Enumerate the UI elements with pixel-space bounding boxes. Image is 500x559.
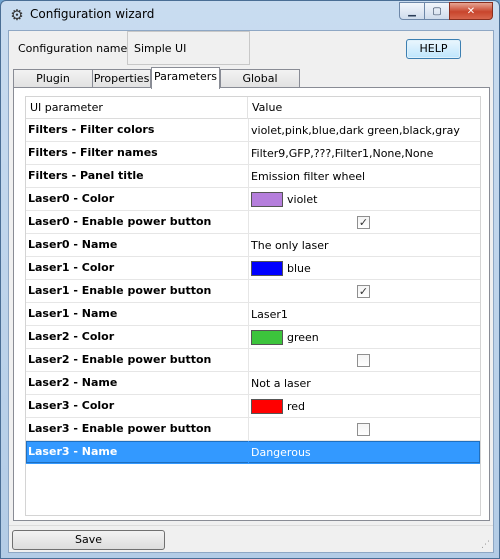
enable-power-checkbox[interactable]: [357, 354, 370, 367]
parameter-name-cell: Filters - Filter names: [26, 142, 249, 165]
table-header: UI parameter Value: [26, 97, 480, 119]
color-name: green: [287, 330, 319, 344]
table-row[interactable]: Laser3 - Enable power button: [26, 418, 480, 441]
parameter-name-cell: Laser0 - Name: [26, 234, 249, 257]
dialog-client-area: Configuration name: Simple UI HELP Plugi…: [8, 30, 494, 553]
table-row[interactable]: Laser3 - Name Dangerous: [26, 441, 480, 464]
value-text: Laser1: [251, 307, 288, 321]
table-row[interactable]: Laser0 - Enable power button ✓: [26, 211, 480, 234]
parameter-value-cell[interactable]: violet: [249, 188, 475, 211]
tab-global-settings[interactable]: Global Settings: [220, 69, 300, 102]
configuration-name-field[interactable]: Simple UI: [127, 31, 250, 65]
table-row[interactable]: Filters - Filter names Filter9,GFP,???,Fi…: [26, 142, 480, 165]
minimize-button[interactable]: ▁: [399, 2, 425, 20]
table-row[interactable]: Filters - Filter colors violet,pink,blue,…: [26, 119, 480, 142]
parameter-name-cell: Laser2 - Enable power button: [26, 349, 249, 372]
parameter-name-cell: Laser0 - Color: [26, 188, 249, 211]
title-bar[interactable]: ⚙ Configuration wizard ▁ ▢ ✕: [1, 1, 499, 29]
parameter-name-cell: Laser2 - Name: [26, 372, 249, 395]
parameters-table: UI parameter Value Filters - Filter colo…: [25, 96, 481, 516]
color-swatch[interactable]: [251, 192, 283, 207]
maximize-button[interactable]: ▢: [424, 2, 450, 20]
configuration-wizard-window: ⚙ Configuration wizard ▁ ▢ ✕ Configurati…: [0, 0, 500, 559]
parameter-value-cell[interactable]: blue: [249, 257, 475, 280]
configuration-name-label: Configuration name:: [18, 42, 131, 55]
tab-plugin-settings[interactable]: Plugin Settings: [13, 69, 93, 102]
color-swatch[interactable]: [251, 261, 283, 276]
parameter-value-cell[interactable]: green: [249, 326, 475, 349]
enable-power-checkbox[interactable]: ✓: [357, 285, 370, 298]
parameter-value-cell[interactable]: Filter9,GFP,???,Filter1,None,None: [249, 142, 475, 165]
parameter-name-cell: Laser2 - Color: [26, 326, 249, 349]
tab-properties[interactable]: Properties: [92, 69, 151, 88]
parameter-name-cell: Laser3 - Color: [26, 395, 249, 418]
parameter-name-cell: Laser1 - Color: [26, 257, 249, 280]
table-row[interactable]: Laser0 - Name The only laser: [26, 234, 480, 257]
window-title: Configuration wizard: [30, 7, 155, 21]
table-row[interactable]: Filters - Panel title Emission filter whe…: [26, 165, 480, 188]
parameter-value-cell[interactable]: The only laser: [249, 234, 475, 257]
table-row[interactable]: Laser2 - Color green: [26, 326, 480, 349]
parameter-value-cell[interactable]: Laser1: [249, 303, 475, 326]
value-text: violet,pink,blue,dark green,black,gray: [251, 123, 460, 137]
parameter-value-cell[interactable]: Not a laser: [249, 372, 475, 395]
parameter-name-cell: Laser3 - Name: [26, 441, 249, 464]
table-row[interactable]: Laser1 - Name Laser1: [26, 303, 480, 326]
checkmark-icon: ✓: [358, 285, 369, 298]
parameter-name-cell: Laser1 - Name: [26, 303, 249, 326]
parameter-value-cell[interactable]: [249, 349, 475, 372]
parameter-value-cell[interactable]: red: [249, 395, 475, 418]
table-row[interactable]: Laser1 - Color blue: [26, 257, 480, 280]
parameter-name-cell: Laser0 - Enable power button: [26, 211, 249, 234]
footer-divider: [9, 525, 493, 526]
value-text: Filter9,GFP,???,Filter1,None,None: [251, 146, 434, 160]
column-header-ui-parameter[interactable]: UI parameter: [26, 97, 248, 119]
checkmark-icon: ✓: [358, 216, 369, 229]
gear-icon: ⚙: [10, 6, 24, 24]
resize-grip-icon[interactable]: ⋰: [481, 540, 491, 550]
close-button[interactable]: ✕: [449, 2, 493, 20]
value-text: Not a laser: [251, 376, 311, 390]
value-text: Emission filter wheel: [251, 169, 366, 183]
close-icon: ✕: [466, 5, 476, 17]
maximize-icon: ▢: [432, 5, 442, 17]
parameters-panel: UI parameter Value Filters - Filter colo…: [13, 87, 490, 521]
minimize-icon: ▁: [408, 5, 416, 17]
table-row[interactable]: Laser0 - Color violet: [26, 188, 480, 211]
parameter-value-cell[interactable]: Emission filter wheel: [249, 165, 475, 188]
enable-power-checkbox[interactable]: ✓: [357, 216, 370, 229]
parameter-name-cell: Laser3 - Enable power button: [26, 418, 249, 441]
color-swatch[interactable]: [251, 399, 283, 414]
parameter-value-cell[interactable]: violet,pink,blue,dark green,black,gray: [249, 119, 475, 142]
table-row[interactable]: Laser3 - Color red: [26, 395, 480, 418]
color-name: red: [287, 399, 306, 413]
parameter-value-cell[interactable]: [249, 418, 475, 441]
parameter-name-cell: Filters - Panel title: [26, 165, 249, 188]
color-name: violet: [287, 192, 318, 206]
tab-parameters[interactable]: Parameters: [151, 67, 220, 89]
value-text: Dangerous: [251, 445, 311, 459]
help-button[interactable]: HELP: [406, 39, 461, 59]
parameter-name-cell: Laser1 - Enable power button: [26, 280, 249, 303]
save-button[interactable]: Save: [12, 530, 165, 550]
parameter-name-cell: Filters - Filter colors: [26, 119, 249, 142]
value-text: The only laser: [251, 238, 329, 252]
column-header-value[interactable]: Value: [248, 97, 474, 119]
color-name: blue: [287, 261, 311, 275]
table-row[interactable]: Laser2 - Name Not a laser: [26, 372, 480, 395]
table-row[interactable]: Laser2 - Enable power button: [26, 349, 480, 372]
window-controls: ▁ ▢ ✕: [399, 2, 493, 20]
table-row[interactable]: Laser1 - Enable power button ✓: [26, 280, 480, 303]
color-swatch[interactable]: [251, 330, 283, 345]
parameter-value-cell[interactable]: ✓: [249, 211, 475, 234]
table-body: Filters - Filter colors violet,pink,blue,…: [26, 119, 480, 464]
parameter-value-cell[interactable]: Dangerous: [249, 441, 475, 464]
parameter-value-cell[interactable]: ✓: [249, 280, 475, 303]
enable-power-checkbox[interactable]: [357, 423, 370, 436]
